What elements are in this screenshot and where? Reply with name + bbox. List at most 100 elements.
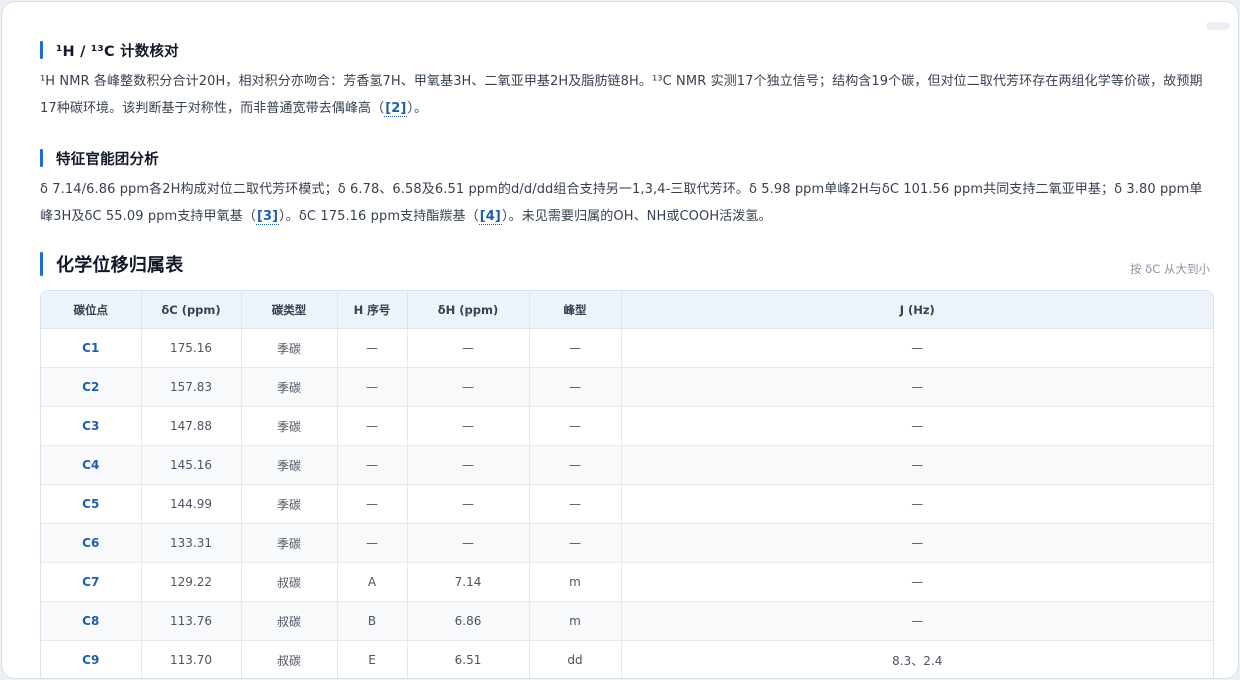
cell-h-index: A [337, 562, 408, 602]
cell-dc: 129.22 [141, 562, 242, 602]
count-paragraph: ¹H NMR 各峰整数积分合计20H，相对积分亦吻合：芳香氢7H、甲氧基3H、二… [40, 68, 1215, 122]
cell-h-index: — [337, 367, 408, 407]
column-header-multiplicity[interactable]: 峰型 [529, 291, 622, 329]
paragraph-text: ）。 [407, 101, 428, 116]
cell-j: — [621, 445, 1213, 485]
sort-note: 按 δC 从大到小 [1130, 262, 1210, 276]
cell-carbon-type: 季碳 [241, 367, 338, 407]
cell-h-index: B [337, 601, 408, 641]
cell-carbon-type: 叔碳 [241, 562, 338, 602]
cell-carbon: C2 [41, 367, 142, 407]
cell-multiplicity: m [529, 562, 622, 602]
paragraph-text: ¹H NMR 各峰整数积分合计20H，相对积分亦吻合：芳香氢7H、甲氧基3H、二… [40, 74, 1203, 116]
cell-carbon-type: 叔碳 [241, 640, 338, 678]
cell-h-index: — [337, 445, 408, 485]
cell-carbon: C5 [41, 484, 142, 524]
cell-carbon: C3 [41, 406, 142, 446]
table-row: C5 144.99 季碳 — — — — [41, 484, 1213, 524]
scrollbar-thumb[interactable] [1206, 22, 1230, 30]
section-title: 化学位移归属表 [56, 255, 184, 276]
cell-multiplicity: — [529, 367, 622, 407]
citation-link-2[interactable]: [2] [384, 101, 408, 117]
citation-link-3[interactable]: [3] [255, 209, 280, 225]
section-title: 特征官能团分析 [56, 151, 159, 168]
column-header-dh[interactable]: δH (ppm) [407, 291, 530, 329]
column-header-h-index[interactable]: H 序号 [337, 291, 408, 329]
cell-carbon: C9 [41, 640, 142, 678]
section-heading-func: 特征官能团分析 [40, 148, 159, 168]
cell-h-index: — [337, 523, 408, 563]
cell-multiplicity: — [529, 406, 622, 446]
cell-multiplicity: — [529, 328, 622, 368]
cell-dc: 113.76 [141, 601, 242, 641]
table-row: C1 175.16 季碳 — — — — [41, 328, 1213, 368]
table-row: C7 129.22 叔碳 A 7.14 m — [41, 562, 1213, 602]
cell-dh: — [407, 484, 530, 524]
cell-j: — [621, 562, 1213, 602]
cell-j: 8.3、2.4 [621, 640, 1213, 678]
column-header-carbon-type[interactable]: 碳类型 [241, 291, 338, 329]
paragraph-text: ）。δC 175.16 ppm支持酯羰基（ [279, 209, 479, 224]
cell-dc: 144.99 [141, 484, 242, 524]
cell-dh: 6.51 [407, 640, 530, 678]
section-accent-bar [40, 252, 43, 276]
cell-multiplicity: m [529, 601, 622, 641]
cell-carbon-type: 季碳 [241, 328, 338, 368]
citation-link-4[interactable]: [4] [478, 209, 502, 225]
section-heading-table: 化学位移归属表 [40, 252, 184, 276]
paragraph-text: ）。未见需要归属的OH、NH或COOH活泼氢。 [501, 209, 772, 224]
cell-dh: — [407, 445, 530, 485]
cell-j: — [621, 406, 1213, 446]
cell-dh: 7.14 [407, 562, 530, 602]
table-row: C8 113.76 叔碳 B 6.86 m — [41, 601, 1213, 641]
cell-j: — [621, 601, 1213, 641]
cell-carbon-type: 季碳 [241, 445, 338, 485]
cell-h-index: E [337, 640, 408, 678]
column-header-j[interactable]: J (Hz) [621, 291, 1213, 329]
cell-carbon: C8 [41, 601, 142, 641]
table-row: C9 113.70 叔碳 E 6.51 dd 8.3、2.4 [41, 640, 1213, 678]
shift-assignment-table: 碳位点 δC (ppm) 碳类型 H 序号 δH (ppm) 峰型 J (Hz)… [40, 290, 1214, 678]
cell-j: — [621, 484, 1213, 524]
cell-multiplicity: dd [529, 640, 622, 678]
cell-carbon: C7 [41, 562, 142, 602]
cell-dc: 113.70 [141, 640, 242, 678]
section-heading-count: ¹H / ¹³C 计数核对 [40, 40, 179, 60]
table-row: C4 145.16 季碳 — — — — [41, 445, 1213, 485]
table-row: C6 133.31 季碳 — — — — [41, 523, 1213, 563]
cell-dh: — [407, 523, 530, 563]
cell-dh: — [407, 406, 530, 446]
cell-carbon-type: 季碳 [241, 523, 338, 563]
cell-j: — [621, 367, 1213, 407]
report-card: ¹H / ¹³C 计数核对 ¹H NMR 各峰整数积分合计20H，相对积分亦吻合… [1, 1, 1239, 679]
cell-dh: 6.86 [407, 601, 530, 641]
column-header-carbon[interactable]: 碳位点 [41, 291, 142, 329]
section-accent-bar [40, 41, 43, 59]
cell-carbon-type: 季碳 [241, 484, 338, 524]
cell-carbon: C1 [41, 328, 142, 368]
cell-h-index: — [337, 328, 408, 368]
cell-dc: 157.83 [141, 367, 242, 407]
cell-dh: — [407, 328, 530, 368]
cell-dc: 133.31 [141, 523, 242, 563]
table-row: C3 147.88 季碳 — — — — [41, 406, 1213, 446]
cell-h-index: — [337, 406, 408, 446]
cell-carbon: C6 [41, 523, 142, 563]
column-header-dc[interactable]: δC (ppm) [141, 291, 242, 329]
cell-h-index: — [337, 484, 408, 524]
section-accent-bar [40, 149, 43, 167]
cell-dc: 147.88 [141, 406, 242, 446]
cell-j: — [621, 523, 1213, 563]
table-body: C1 175.16 季碳 — — — — C2 157.83 季碳 — — — — C3 147.88 季碳 — —… [41, 328, 1213, 678]
cell-multiplicity: — [529, 445, 622, 485]
section-title: ¹H / ¹³C 计数核对 [56, 43, 179, 60]
table-header-row: 碳位点 δC (ppm) 碳类型 H 序号 δH (ppm) 峰型 J (Hz) [41, 291, 1213, 329]
cell-dc: 175.16 [141, 328, 242, 368]
cell-dh: — [407, 367, 530, 407]
cell-multiplicity: — [529, 484, 622, 524]
cell-j: — [621, 328, 1213, 368]
cell-carbon-type: 季碳 [241, 406, 338, 446]
cell-carbon: C4 [41, 445, 142, 485]
func-paragraph: δ 7.14/6.86 ppm各2H构成对位二取代芳环模式；δ 6.78、6.5… [40, 176, 1215, 230]
cell-multiplicity: — [529, 523, 622, 563]
